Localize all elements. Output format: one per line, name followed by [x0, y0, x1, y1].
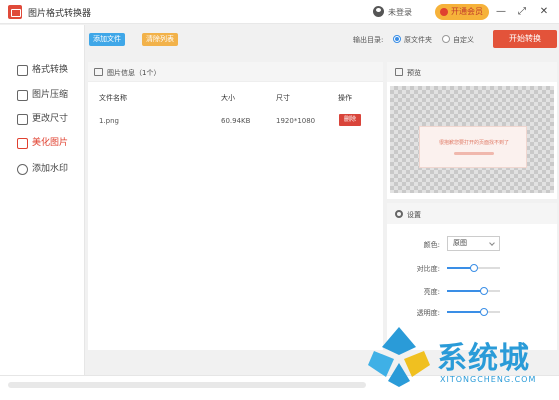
app-title: 图片格式转换器 — [28, 9, 92, 19]
file-list-panel: 图片信息（1个） 文件名称 大小 尺寸 操作 1.png 60.94KB 192… — [88, 62, 383, 350]
user-icon[interactable] — [373, 6, 384, 17]
brightness-slider[interactable] — [447, 287, 500, 295]
output-dir-label: 输出目录: — [353, 36, 384, 44]
sidebar-item-label: 更改尺寸 — [32, 114, 69, 124]
slider-knob[interactable] — [480, 287, 489, 295]
column-header-size: 大小 — [221, 94, 235, 102]
slider-knob[interactable] — [469, 264, 478, 272]
file-panel-title: 图片信息（1个） — [107, 69, 161, 77]
radio-custom[interactable] — [442, 35, 450, 43]
horizontal-scrollbar[interactable] — [8, 382, 366, 388]
opacity-slider[interactable] — [447, 308, 500, 316]
title-bar: 图片格式转换器 未登录 开通会员 — ⤢ ✕ — [0, 0, 559, 24]
brightness-label: 亮度: — [423, 288, 440, 296]
maximize-button[interactable]: ⤢ — [515, 5, 529, 19]
color-label: 颜色: — [423, 241, 440, 249]
xitongcheng-logo-icon — [368, 327, 430, 387]
settings-title: 设置 — [407, 211, 421, 219]
watermark-icon — [17, 164, 28, 175]
preview-panel: 预览 很抱歉您要打开的页面找不到了 — [387, 62, 557, 199]
watermark-brand: 系统城 — [437, 341, 530, 376]
radio-original-folder[interactable] — [393, 35, 401, 43]
file-name-cell: 1.png — [99, 117, 120, 125]
preview-image: 很抱歉您要打开的页面找不到了 — [419, 126, 527, 168]
sidebar-item-compress[interactable]: 图片压缩 — [17, 88, 68, 102]
resize-icon — [17, 114, 28, 125]
preview-canvas: 很抱歉您要打开的页面找不到了 — [390, 86, 554, 193]
clear-list-button[interactable]: 清除列表 — [142, 33, 178, 46]
preview-icon — [395, 68, 403, 76]
opacity-label: 透明度: — [416, 309, 440, 317]
sidebar-item-resize[interactable]: 更改尺寸 — [17, 112, 68, 126]
file-panel-header: 图片信息（1个） — [88, 62, 383, 82]
image-info-icon — [94, 68, 103, 76]
radio-custom-label[interactable]: 自定义 — [453, 35, 474, 45]
close-button[interactable]: ✕ — [537, 5, 551, 19]
color-select[interactable]: 原图 — [447, 236, 500, 251]
column-header-name: 文件名称 — [99, 94, 127, 102]
delete-button[interactable]: 删除 — [339, 114, 361, 126]
sidebar-item-label: 添加水印 — [32, 164, 69, 174]
preview-title: 预览 — [407, 69, 421, 77]
login-status[interactable]: 未登录 — [388, 7, 412, 18]
sidebar-item-label: 图片压缩 — [32, 90, 69, 100]
vip-button[interactable]: 开通会员 — [435, 4, 489, 20]
radio-original-folder-label[interactable]: 原文件夹 — [404, 35, 432, 45]
contrast-label: 对比度: — [416, 265, 440, 273]
column-header-dimensions: 尺寸 — [276, 94, 290, 102]
sidebar-item-label: 美化图片 — [32, 138, 69, 148]
column-header-action: 操作 — [338, 94, 352, 102]
app-logo-icon — [8, 5, 22, 19]
preview-image-text: 很抱歉您要打开的页面找不到了 — [438, 140, 509, 146]
sidebar-item-format-convert[interactable]: 格式转换 — [17, 63, 68, 77]
add-files-button[interactable]: 添加文件 — [89, 33, 125, 46]
contrast-slider[interactable] — [447, 264, 500, 272]
sidebar: 格式转换 图片压缩 更改尺寸 美化图片 添加水印 — [0, 25, 85, 375]
sidebar-item-label: 格式转换 — [32, 65, 69, 75]
preview-header: 预览 — [387, 62, 557, 82]
file-size-cell: 60.94KB — [221, 117, 251, 125]
sidebar-item-watermark[interactable]: 添加水印 — [17, 162, 68, 176]
settings-header: 设置 — [387, 203, 557, 224]
watermark-url: XITONGCHENG.COM — [440, 375, 537, 384]
start-convert-button[interactable]: 开始转换 — [493, 30, 557, 48]
slider-knob[interactable] — [480, 308, 489, 316]
minimize-button[interactable]: — — [494, 5, 508, 19]
sidebar-item-beautify[interactable]: 美化图片 — [17, 136, 68, 150]
gear-icon — [395, 210, 403, 218]
file-dimensions-cell: 1920*1080 — [276, 117, 316, 125]
beautify-icon — [17, 138, 28, 149]
compress-icon — [17, 90, 28, 101]
preview-image-bar — [454, 152, 494, 155]
format-convert-icon — [17, 65, 28, 76]
